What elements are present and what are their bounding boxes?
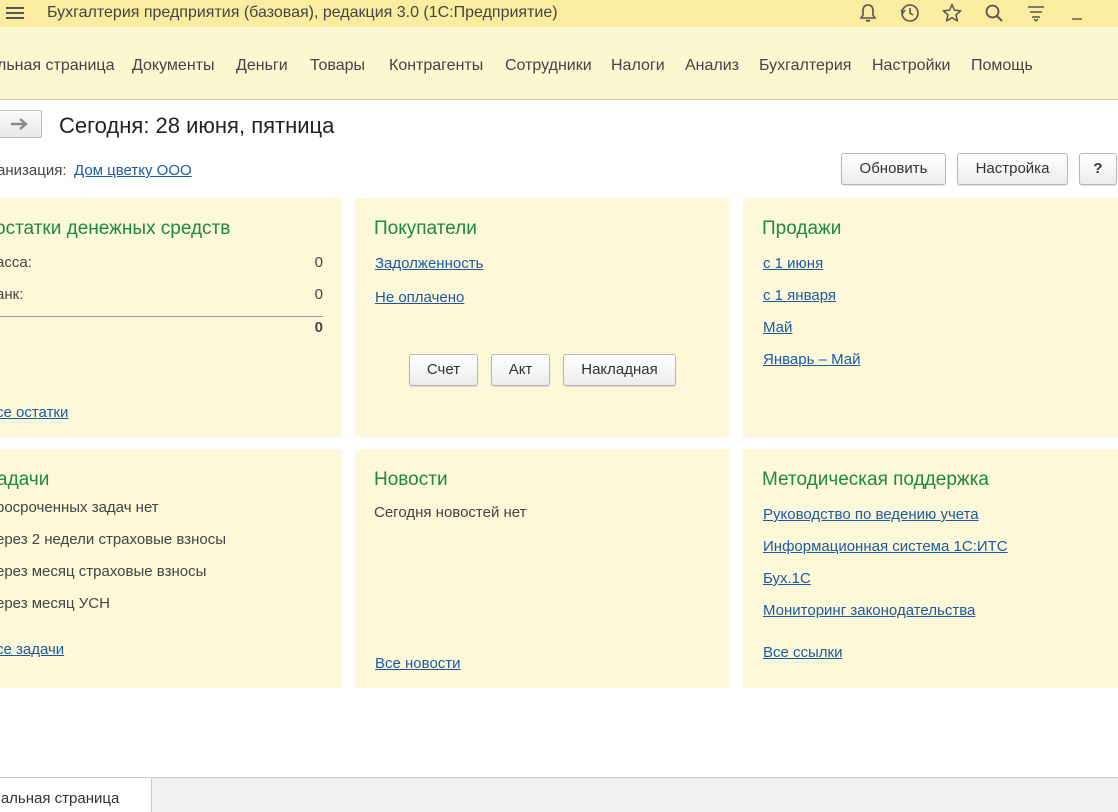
nav-item-settings[interactable]: Настройки <box>872 57 950 75</box>
kassa-label: асса: <box>0 254 32 271</box>
support-link-monitoring[interactable]: Мониторинг законодательства <box>763 602 975 619</box>
news-title: Новости <box>374 469 448 490</box>
menu-lines-icon[interactable] <box>1025 2 1047 24</box>
task-item: ерез месяц страховые взносы <box>0 563 207 580</box>
nav-item-accounting[interactable]: Бухгалтерия <box>759 57 851 75</box>
support-link-buh[interactable]: Бух.1С <box>763 570 811 587</box>
sales-link-may[interactable]: Май <box>763 319 792 336</box>
nav-item-goods[interactable]: Товары <box>310 57 365 75</box>
tab-home-page-label: чальная страница <box>0 790 120 807</box>
nav-item-help[interactable]: Помощь <box>971 57 1033 75</box>
arrow-right-icon <box>11 118 28 130</box>
task-item: ерез 2 недели страховые взносы <box>0 531 227 548</box>
history-icon[interactable] <box>899 2 921 24</box>
nav-item-employees[interactable]: Сотрудники <box>505 57 592 75</box>
buyers-title: Покупатели <box>374 218 477 239</box>
nav-item-counterparties[interactable]: Контрагенты <box>389 57 483 75</box>
sales-link-since-january[interactable]: с 1 января <box>763 287 836 304</box>
minimize-icon[interactable] <box>1067 2 1089 24</box>
tasks-panel: адачи росроченных задач нет ерез 2 недел… <box>0 449 342 688</box>
all-tasks-link[interactable]: се задачи <box>0 641 64 658</box>
tasks-title: адачи <box>0 469 50 490</box>
support-title: Методическая поддержка <box>762 469 989 490</box>
task-item: ерез месяц УСН <box>0 595 110 612</box>
nav-item-taxes[interactable]: Налоги <box>611 57 665 75</box>
bank-value: 0 <box>314 286 323 303</box>
cash-balance-title: остатки денежных средств <box>0 218 231 239</box>
tab-home-page[interactable]: чальная страница <box>0 778 152 812</box>
nav-item-analysis[interactable]: Анализ <box>685 57 739 75</box>
sales-link-jan-may[interactable]: Январь – Май <box>763 351 860 368</box>
news-panel: Новости Сегодня новостей нет Все новости <box>355 449 730 688</box>
support-link-its[interactable]: Информационная система 1С:ИТС <box>763 538 1008 555</box>
support-panel: Методическая поддержка Руководство по ве… <box>743 449 1118 688</box>
nav-item-home[interactable]: льная страница <box>0 57 114 75</box>
debt-link[interactable]: Задолженность <box>375 255 483 272</box>
kassa-value: 0 <box>314 254 323 271</box>
bank-label: анк: <box>0 286 24 303</box>
invoice-button[interactable]: Счет <box>409 354 478 386</box>
sales-link-since-june[interactable]: с 1 июня <box>763 255 823 272</box>
window-title: Бухгалтерия предприятия (базовая), редак… <box>47 4 558 21</box>
organization-link[interactable]: Дом цветку ООО <box>74 162 192 179</box>
waybill-button[interactable]: Накладная <box>563 354 676 386</box>
open-windows-bar: чальная страница <box>0 777 1118 812</box>
all-news-link[interactable]: Все новости <box>375 655 461 672</box>
bell-icon[interactable] <box>857 2 879 24</box>
task-item: росроченных задач нет <box>0 499 159 516</box>
act-button[interactable]: Акт <box>491 354 550 386</box>
total-value: 0 <box>314 319 323 336</box>
forward-button[interactable] <box>0 110 42 138</box>
settings-button[interactable]: Настройка <box>957 153 1068 185</box>
star-icon[interactable] <box>941 2 963 24</box>
help-button[interactable]: ? <box>1079 153 1117 185</box>
all-links-link[interactable]: Все ссылки <box>763 644 843 661</box>
title-bar: Бухгалтерия предприятия (базовая), редак… <box>0 0 1118 27</box>
page-title: Сегодня: 28 июня, пятница <box>59 113 335 138</box>
support-link-guide[interactable]: Руководство по ведению учета <box>763 506 979 523</box>
news-empty-text: Сегодня новостей нет <box>374 504 527 521</box>
cash-balance-panel: остатки денежных средств асса: 0 анк: 0 … <box>0 198 342 437</box>
main-menu-icon[interactable] <box>6 5 24 21</box>
unpaid-link[interactable]: Не оплачено <box>375 289 464 306</box>
totals-divider <box>0 316 323 317</box>
search-icon[interactable] <box>983 2 1005 24</box>
section-navbar: льная страница Документы Деньги Товары К… <box>0 27 1118 100</box>
sales-title: Продажи <box>762 218 842 239</box>
nav-item-documents[interactable]: Документы <box>132 57 214 75</box>
refresh-button[interactable]: Обновить <box>841 153 946 185</box>
nav-item-money[interactable]: Деньги <box>236 57 288 75</box>
buyers-panel: Покупатели Задолженность Не оплачено Сче… <box>355 198 730 437</box>
all-balances-link[interactable]: се остатки <box>0 404 68 421</box>
organization-label: анизация: <box>0 162 67 179</box>
sales-panel: Продажи с 1 июня с 1 января Май Январь –… <box>743 198 1118 437</box>
